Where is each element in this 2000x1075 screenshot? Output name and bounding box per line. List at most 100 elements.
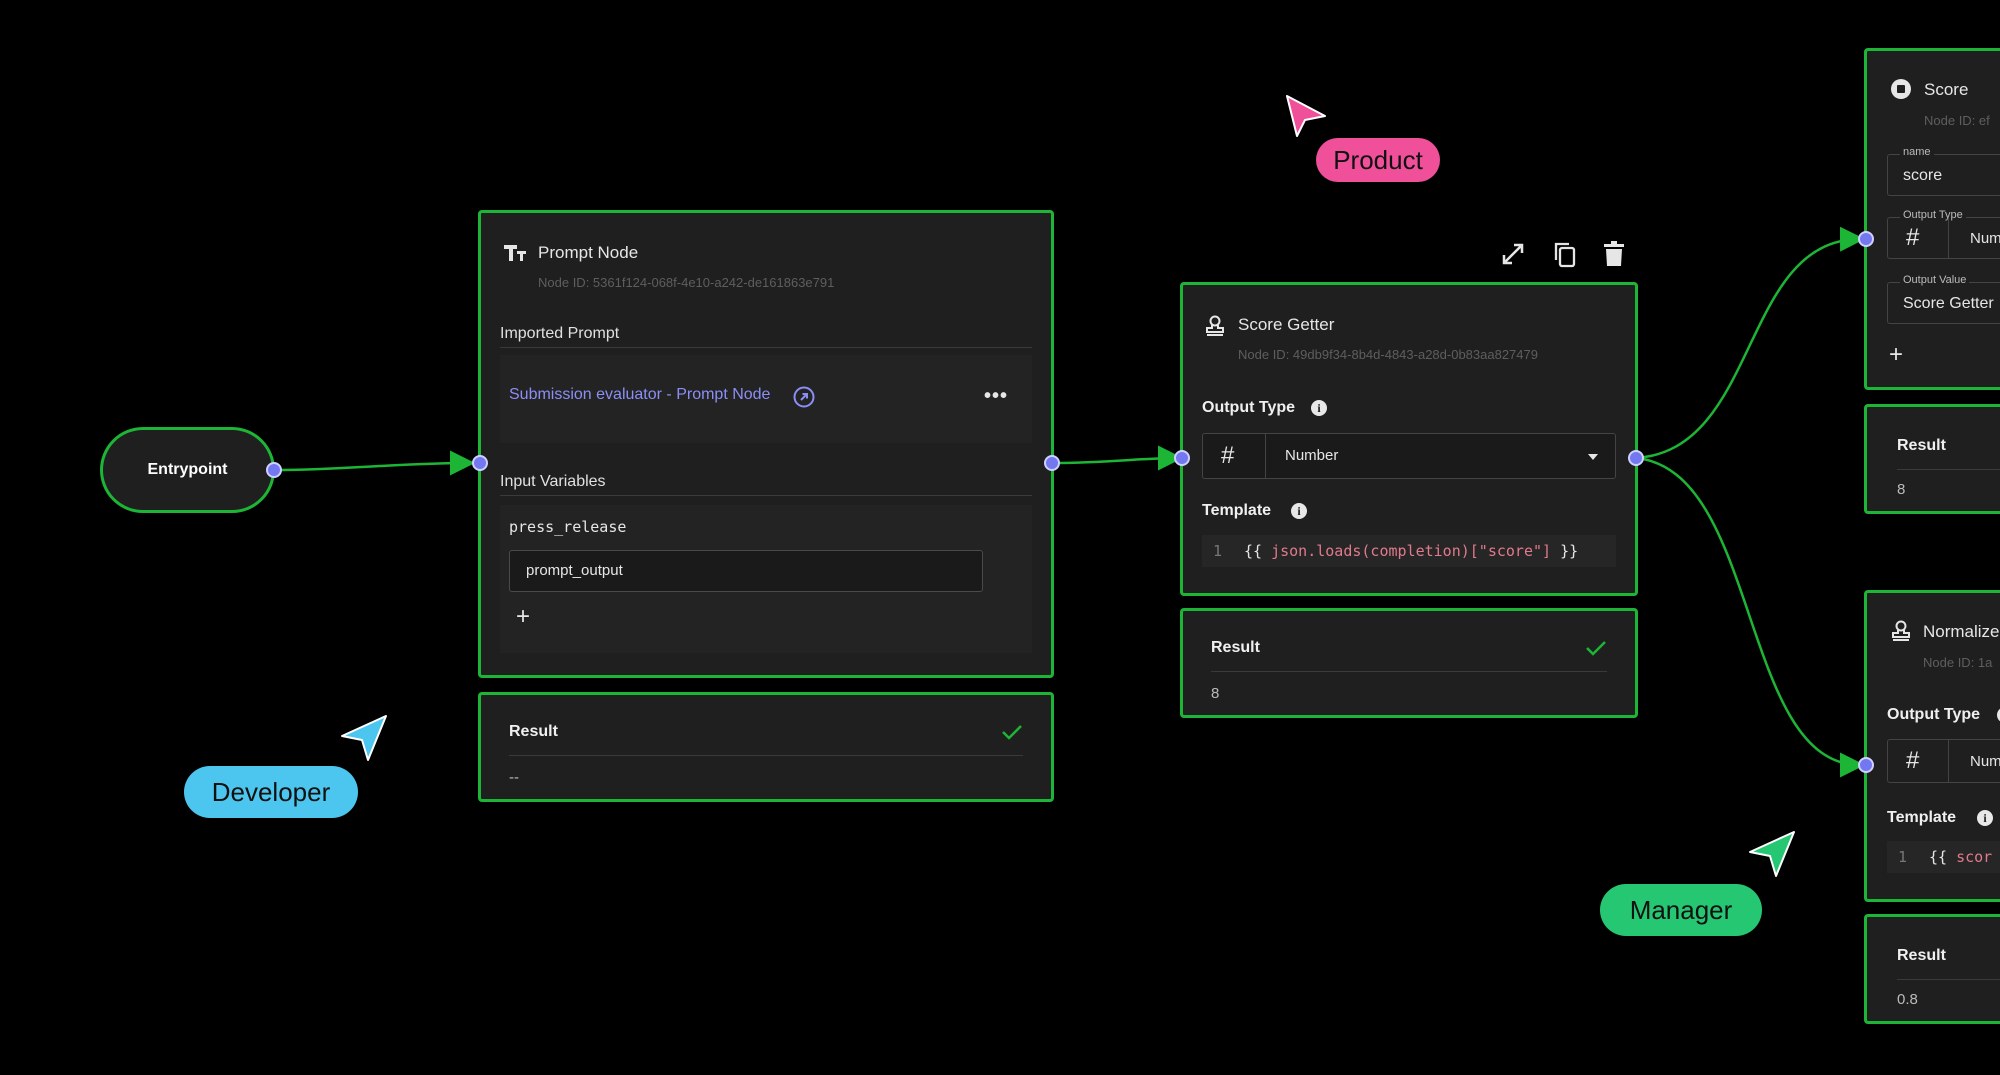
copy-icon[interactable] (1552, 241, 1578, 269)
info-icon[interactable]: i (1291, 503, 1307, 519)
prompt-input-handle[interactable] (472, 455, 488, 471)
product-cursor-icon (1286, 95, 1326, 137)
score-getter-id: Node ID: 49db9f34-8b4d-4843-a28d-0b83aa8… (1238, 347, 1538, 362)
score-getter-input-handle[interactable] (1174, 450, 1190, 466)
edge-scoregetter-normalize (1635, 456, 1865, 778)
result-value: 8 (1211, 685, 1220, 702)
divider (1897, 979, 2000, 980)
prompt-result-panel: Result -- (478, 692, 1054, 802)
add-field-button[interactable]: + (1889, 341, 1903, 369)
score-node[interactable]: Score Node ID: ef name score Output Type… (1864, 48, 2000, 390)
hash-icon: # (1221, 442, 1235, 469)
divider (1211, 671, 1607, 672)
output-type-select[interactable]: # Num (1887, 739, 2000, 783)
result-label: Result (1897, 947, 1946, 964)
input-variables-label: Input Variables (500, 473, 606, 490)
divider (1897, 469, 2000, 470)
expand-icon[interactable] (1500, 241, 1526, 267)
product-cursor-label: Product (1316, 138, 1440, 182)
imported-prompt-panel: Submission evaluator - Prompt Node ••• (500, 355, 1032, 443)
entrypoint-label: Entrypoint (147, 461, 228, 478)
input-variables-panel: press_release prompt_output + (500, 505, 1032, 653)
score-getter-title: Score Getter (1238, 315, 1335, 334)
stamp-icon (1892, 620, 1910, 641)
code-line: {{ json.loads(completion)["score"] }} (1244, 542, 1578, 560)
output-type-field-value: Num (1970, 230, 2000, 247)
score-getter-result-panel: Result 8 (1180, 608, 1638, 718)
result-label: Result (509, 723, 558, 740)
prompt-node[interactable]: Prompt Node Node ID: 5361f124-068f-4e10-… (478, 210, 1054, 678)
name-field-value: score (1903, 167, 1943, 184)
line-number: 1 (1898, 848, 1908, 866)
info-icon[interactable]: i (1311, 400, 1327, 416)
code-body: json.loads(completion)["score"] (1271, 542, 1552, 560)
entrypoint-output-handle[interactable] (266, 462, 282, 478)
output-value-field[interactable]: Output Value Score Getter (1887, 274, 2000, 324)
template-editor[interactable]: 1 {{ scor (1887, 841, 2000, 873)
prompt-output-handle[interactable] (1044, 455, 1060, 471)
result-value: 8 (1897, 481, 1906, 498)
divider (500, 347, 1032, 348)
output-type-field[interactable]: Output Type # Num (1887, 209, 2000, 259)
result-value: -- (509, 769, 519, 786)
template-label: Template (1887, 809, 1957, 826)
code-open: {{ (1244, 542, 1272, 560)
normalize-node[interactable]: Normalize Node ID: 1a Output Type i # Nu… (1864, 590, 2000, 902)
variable-name: press_release (509, 518, 627, 536)
info-icon[interactable]: i (1977, 810, 1993, 826)
edge-prompt-scoregetter (1051, 445, 1183, 471)
name-field-label: name (1900, 146, 1934, 158)
more-options-icon[interactable]: ••• (984, 385, 1008, 408)
code-open: {{ (1929, 848, 1957, 866)
prompt-link[interactable]: Submission evaluator - Prompt Node (509, 386, 770, 404)
add-variable-button[interactable]: + (516, 603, 530, 631)
manager-cursor-label: Manager (1600, 884, 1762, 936)
hash-icon: # (1906, 224, 1920, 251)
divider (500, 495, 1032, 496)
manager-cursor-icon (1749, 831, 1795, 877)
edge-entrypoint-prompt (273, 450, 475, 476)
select-divider (1948, 218, 1949, 258)
external-link-icon[interactable] (793, 386, 815, 408)
variable-value-input[interactable]: prompt_output (509, 550, 983, 592)
score-node-title: Score (1924, 80, 1969, 99)
normalize-node-input-handle[interactable] (1858, 757, 1874, 773)
trash-icon[interactable] (1603, 241, 1625, 267)
edge-scoregetter-score (1635, 226, 1865, 460)
entrypoint-node[interactable]: Entrypoint (100, 427, 275, 513)
output-type-value: Num (1970, 753, 2000, 770)
score-result-panel: Result 8 (1864, 404, 2000, 514)
text-type-icon (504, 245, 526, 261)
result-label: Result (1897, 437, 1946, 454)
hash-icon: # (1906, 747, 1920, 774)
template-label: Template (1202, 502, 1272, 519)
line-number: 1 (1213, 542, 1223, 560)
stamp-icon (1206, 315, 1224, 336)
code-close: }} (1551, 542, 1579, 560)
output-type-value: Number (1285, 447, 1339, 464)
output-type-select[interactable]: # Number (1202, 433, 1616, 479)
score-node-input-handle[interactable] (1858, 231, 1874, 247)
stop-icon (1891, 79, 1911, 99)
score-getter-node[interactable]: Score Getter Node ID: 49db9f34-8b4d-4843… (1180, 282, 1638, 596)
score-getter-output-handle[interactable] (1628, 450, 1644, 466)
prompt-node-id: Node ID: 5361f124-068f-4e10-a242-de16186… (538, 275, 835, 290)
normalize-result-panel: Result 0.8 (1864, 914, 2000, 1024)
result-value: 0.8 (1897, 991, 1918, 1008)
code-body: scor (1956, 848, 1993, 866)
template-editor[interactable]: 1 {{ json.loads(completion)["score"] }} (1202, 535, 1616, 567)
check-icon (1586, 641, 1606, 656)
output-type-label: Output Type (1887, 706, 1981, 723)
check-icon (1002, 725, 1022, 740)
normalize-node-id: Node ID: 1a (1923, 655, 1993, 670)
output-value-field-label: Output Value (1900, 274, 1970, 286)
divider (509, 755, 1023, 756)
output-type-label: Output Type (1202, 399, 1296, 416)
normalize-node-title: Normalize (1923, 622, 2000, 641)
imported-prompt-label: Imported Prompt (500, 325, 620, 342)
code-line: {{ scor (1929, 848, 1992, 866)
prompt-node-title: Prompt Node (538, 243, 639, 262)
name-field[interactable]: name score (1887, 146, 2000, 196)
select-divider (1265, 434, 1266, 478)
developer-cursor-label: Developer (184, 766, 358, 818)
